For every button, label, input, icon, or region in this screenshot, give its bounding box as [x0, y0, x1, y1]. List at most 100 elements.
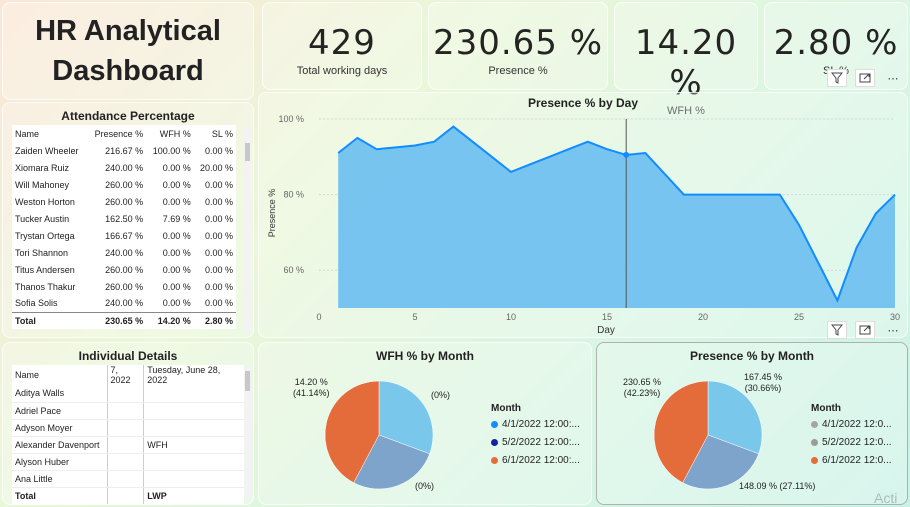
- total-cell: 230.65 %: [87, 311, 147, 329]
- kpi-total-working-days[interactable]: 429 Total working days: [262, 2, 422, 90]
- cell-value: 162.50 %: [105, 213, 144, 224]
- table-row[interactable]: Alexander Davenport WFH: [12, 436, 244, 454]
- wfh-legend: Month 4/1/2022 12:00:... 5/2/2022 12:00:…: [491, 403, 580, 473]
- col-date-1[interactable]: 7, 2022: [106, 365, 144, 385]
- cell-value: 0.00 %: [204, 213, 233, 224]
- cell-value: [143, 453, 244, 471]
- table-row[interactable]: Sofia Solis 240.00 % 0.00 % 0.00 %: [12, 295, 236, 312]
- attendance-table[interactable]: Name Presence % WFH % SL % Zaiden Wheele…: [12, 125, 236, 329]
- pie-label-may: 148.09 % (27.11%): [739, 481, 816, 491]
- scroll-thumb[interactable]: [245, 143, 250, 161]
- table-row[interactable]: Zaiden Wheeler 216.67 % 100.00 % 0.00 %: [12, 142, 236, 159]
- watermark: Acti: [874, 490, 898, 506]
- cell-value: 0.00 %: [204, 247, 233, 258]
- y-tick-label: 60 %: [283, 265, 304, 275]
- more-options-icon[interactable]: ⋯: [883, 69, 903, 87]
- cell-value: [143, 402, 244, 420]
- table-row[interactable]: Ana Little: [12, 470, 244, 488]
- legend-item[interactable]: 5/2/2022 12:00:...: [491, 437, 580, 448]
- col-date-2[interactable]: Tuesday, June 28, 2022: [143, 365, 244, 385]
- cell-value: [143, 470, 244, 488]
- table-row[interactable]: Trystan Ortega 166.67 % 0.00 % 0.00 %: [12, 227, 236, 244]
- pie-label-june: 14.20 % (41.14%): [293, 377, 330, 398]
- cell-value: [106, 436, 144, 454]
- presence-legend: Month 4/1/2022 12:0... 5/2/2022 12:0... …: [811, 403, 892, 473]
- individual-scrollbar[interactable]: [244, 367, 251, 497]
- cell-value: [106, 385, 144, 403]
- scroll-thumb[interactable]: [245, 371, 250, 391]
- cell-value: 20.00 %: [199, 162, 233, 173]
- cell-value: 0.00 %: [204, 298, 233, 309]
- cell-value: 260.00 %: [105, 281, 144, 292]
- kpi-presence[interactable]: 230.65 % Presence %: [428, 2, 608, 90]
- cell-value: [106, 470, 144, 488]
- y-axis-title: Presence %: [267, 189, 277, 238]
- cell-value: 0.00 %: [204, 145, 233, 156]
- more-options-icon[interactable]: ⋯: [883, 321, 903, 339]
- cell-name: Alexander Davenport: [12, 436, 107, 454]
- table-row[interactable]: Adriel Pace: [12, 402, 244, 420]
- legend-item[interactable]: 4/1/2022 12:00:...: [491, 419, 580, 430]
- cell-value: [106, 402, 144, 420]
- pie-label-may: (0%): [415, 481, 435, 491]
- individual-table[interactable]: Name 7, 2022 Tuesday, June 28, 2022 Adit…: [12, 365, 244, 504]
- table-row[interactable]: Titus Andersen 260.00 % 0.00 % 0.00 %: [12, 261, 236, 278]
- col-sl[interactable]: SL %: [194, 125, 236, 142]
- attendance-title: Attendance Percentage: [61, 109, 195, 123]
- legend-label: 4/1/2022 12:00:...: [502, 419, 580, 430]
- total-cell: Total: [12, 486, 107, 504]
- cell-name: Alyson Huber: [12, 453, 107, 471]
- focus-mode-icon[interactable]: [855, 69, 875, 87]
- legend-dot: [811, 421, 818, 428]
- table-row[interactable]: Adyson Moyer: [12, 419, 244, 437]
- table-header-row: Name 7, 2022 Tuesday, June 28, 2022: [12, 365, 244, 385]
- table-row[interactable]: Tucker Austin 162.50 % 7.69 % 0.00 %: [12, 210, 236, 227]
- cell-name: Trystan Ortega: [15, 230, 75, 241]
- cell-value: 216.67 %: [105, 145, 144, 156]
- filter-icon[interactable]: [827, 69, 847, 87]
- hover-point: [623, 151, 630, 158]
- table-row[interactable]: Alyson Huber: [12, 453, 244, 471]
- cell-value: 0.00 %: [162, 162, 191, 173]
- filter-icon[interactable]: [827, 321, 847, 339]
- col-presence[interactable]: Presence %: [87, 125, 146, 142]
- cell-name: Tucker Austin: [15, 213, 70, 224]
- x-tick-label: 25: [794, 312, 804, 322]
- cell-name: Adyson Moyer: [12, 419, 107, 437]
- y-tick-label: 100 %: [278, 114, 304, 124]
- kpi-label: Presence %: [488, 65, 548, 77]
- table-row[interactable]: Xiomara Ruiz 240.00 % 0.00 % 20.00 %: [12, 159, 236, 176]
- table-row[interactable]: Tori Shannon 240.00 % 0.00 % 0.00 %: [12, 244, 236, 261]
- table-row[interactable]: Will Mahoney 260.00 % 0.00 % 0.00 %: [12, 176, 236, 193]
- col-name[interactable]: Name: [12, 125, 87, 142]
- legend-item[interactable]: 4/1/2022 12:0...: [811, 419, 892, 430]
- attendance-scrollbar[interactable]: [244, 127, 251, 333]
- x-axis-title: Day: [597, 325, 615, 336]
- table-row[interactable]: Weston Horton 260.00 % 0.00 % 0.00 %: [12, 193, 236, 210]
- cell-name: Tori Shannon: [15, 247, 69, 258]
- legend-item[interactable]: 5/2/2022 12:0...: [811, 437, 892, 448]
- total-cell: [106, 486, 144, 504]
- kpi-wfh[interactable]: 14.20 % WFH %: [614, 2, 758, 117]
- legend-title: Month: [811, 403, 841, 414]
- legend-item[interactable]: 6/1/2022 12:0...: [811, 455, 892, 466]
- cell-name: Sofia Solis: [15, 298, 58, 309]
- col-wfh[interactable]: WFH %: [146, 125, 194, 142]
- individual-title: Individual Details: [78, 349, 178, 363]
- legend-item[interactable]: 6/1/2022 12:00:...: [491, 455, 580, 466]
- cell-name: Titus Andersen: [15, 264, 75, 275]
- cell-value: 0.00 %: [162, 264, 191, 275]
- cell-value: 0.00 %: [162, 179, 191, 190]
- presence-by-day-chart[interactable]: 60 %80 %100 %0 5 10 15 20 25 30DayPresence %: [259, 93, 909, 339]
- col-name[interactable]: Name: [12, 365, 107, 385]
- cell-value: [143, 385, 244, 403]
- legend-label: 6/1/2022 12:00:...: [502, 455, 580, 466]
- focus-mode-icon[interactable]: [855, 321, 875, 339]
- pie-label-april: (0%): [431, 390, 451, 400]
- table-row[interactable]: Thanos Thakur 260.00 % 0.00 % 0.00 %: [12, 278, 236, 295]
- cell-value: [106, 453, 144, 471]
- cell-value: 260.00 %: [105, 179, 144, 190]
- table-row[interactable]: Aditya Walls: [12, 385, 244, 403]
- legend-dot: [491, 421, 498, 428]
- total-cell: LWP: [143, 486, 244, 504]
